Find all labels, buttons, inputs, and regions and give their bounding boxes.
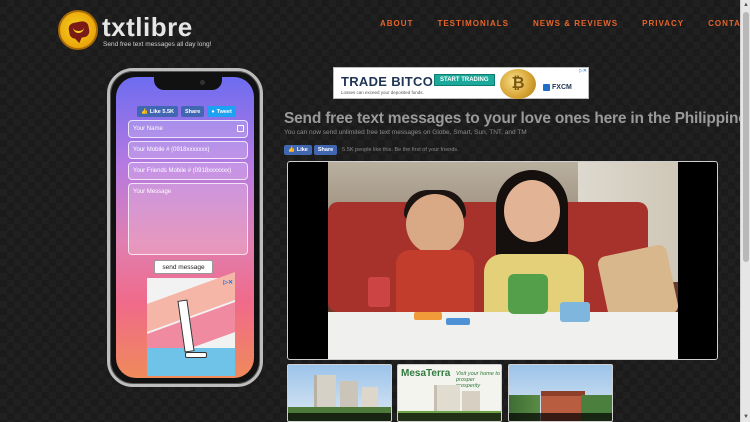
banner-ad-cta-button[interactable]: START TRADING	[434, 74, 495, 86]
video-scene-toy	[560, 302, 590, 322]
name-placeholder: Your Name	[133, 126, 163, 132]
phone-screen: 👍 Like 5.5K Share ● Tweet Your Name Your…	[116, 77, 254, 378]
scroll-down-arrow-icon[interactable]: ▼	[742, 412, 750, 422]
facebook-share-label: Share	[185, 108, 201, 115]
banner-ad-brand: FXCM	[552, 84, 572, 91]
video-frame	[328, 162, 678, 359]
video-scene-boy-face	[406, 194, 464, 254]
scrollbar-thumb[interactable]	[743, 12, 749, 262]
video-scene-toy	[508, 274, 548, 314]
page-headline: Send free text messages to your love one…	[284, 110, 750, 127]
banner-ad-title: TRADE BITCOIN	[341, 74, 447, 89]
video-scene-toy	[368, 277, 390, 307]
facebook-share-button[interactable]: Share	[181, 106, 205, 117]
facebook-share-button-main[interactable]: Share	[313, 145, 338, 155]
banner-ad-disclaimer: Losses can exceed your deposited funds.	[341, 90, 424, 95]
like-count-text: 5.5K people like this. Be the first of y…	[342, 147, 459, 153]
thumbnail-ad[interactable]	[287, 364, 392, 422]
message-textarea[interactable]: Your Message	[128, 183, 248, 255]
thumbs-up-icon: 👍	[288, 147, 295, 153]
fxcm-logo-icon	[543, 84, 550, 91]
mobile-placeholder: Your Mobile # (0918xxxxxxx)	[133, 147, 210, 153]
nav-about[interactable]: ABOUT	[380, 19, 413, 28]
scroll-up-arrow-icon[interactable]: ▲	[742, 0, 750, 10]
facebook-like-button[interactable]: 👍 Like 5.5K	[137, 106, 179, 117]
video-scene-toy	[446, 318, 470, 325]
contact-card-icon	[237, 125, 244, 132]
ad-graphic-foot	[185, 352, 207, 358]
facebook-like-label: Like 5.5K	[149, 108, 175, 115]
video-player[interactable]	[287, 161, 718, 360]
friend-mobile-placeholder: Your Friends Mobile # (0918xxxxxxx)	[133, 168, 232, 174]
facebook-like-row: 👍 Like Share 5.5K people like this. Be t…	[284, 145, 459, 155]
thumbnail-brand: MesaTerra	[401, 368, 451, 379]
ad-choices-icon[interactable]: ▷✕	[579, 68, 587, 74]
video-scene-table	[328, 312, 678, 359]
site-tagline: Send free text messages all day long!	[103, 41, 212, 48]
phone-mockup: 👍 Like 5.5K Share ● Tweet Your Name Your…	[107, 68, 263, 387]
site-logo[interactable]: txtlibre Send free text messages all day…	[58, 10, 218, 52]
facebook-like-button-main[interactable]: 👍 Like	[284, 145, 312, 155]
chat-bubble-icon	[58, 10, 98, 50]
name-input[interactable]: Your Name	[128, 120, 248, 138]
facebook-share-label-main: Share	[317, 147, 334, 153]
social-buttons: 👍 Like 5.5K Share ● Tweet	[137, 106, 236, 117]
friend-mobile-input[interactable]: Your Friends Mobile # (0918xxxxxxx)	[128, 162, 248, 180]
mobile-input[interactable]: Your Mobile # (0918xxxxxxx)	[128, 141, 248, 159]
phone-notch	[154, 77, 222, 90]
sidebar-ad[interactable]: ▷✕	[147, 271, 235, 376]
thumbnail-ad-mesaterra[interactable]: MesaTerra Visit your home to prosper pro…	[397, 364, 502, 422]
facebook-like-label-main: Like	[296, 147, 308, 153]
page-subheadline: You can now send unlimited free text mes…	[284, 129, 527, 136]
message-placeholder: Your Message	[133, 189, 172, 195]
thumbnail-tagline: Visit your home to prosper prosperity	[456, 371, 500, 389]
thumbs-up-icon: 👍	[141, 108, 148, 115]
nav-news-reviews[interactable]: NEWS & REVIEWS	[533, 19, 618, 28]
nav-testimonials[interactable]: TESTIMONIALS	[437, 19, 509, 28]
main-nav: ABOUT TESTIMONIALS NEWS & REVIEWS PRIVAC…	[380, 19, 750, 28]
thumbnail-caption	[398, 413, 501, 421]
nav-privacy[interactable]: PRIVACY	[642, 19, 684, 28]
ad-close-icon[interactable]: ▷✕	[223, 279, 233, 286]
video-scene-toy	[414, 312, 442, 320]
video-scene-girl-face	[504, 180, 560, 242]
site-name: txtlibre	[102, 12, 193, 42]
twitter-bird-icon: ●	[211, 108, 215, 115]
video-scene-boy-body	[396, 250, 474, 320]
banner-ad[interactable]: TRADE BITCOIN START TRADING Losses can e…	[333, 67, 589, 99]
tweet-button[interactable]: ● Tweet	[207, 106, 236, 117]
thumbnail-ad[interactable]	[508, 364, 613, 422]
page-scrollbar[interactable]: ▲ ▼	[740, 0, 750, 422]
send-message-button[interactable]: send message	[154, 260, 213, 274]
site-header: txtlibre Send free text messages all day…	[0, 0, 750, 58]
tweet-label: Tweet	[216, 108, 232, 115]
thumbnail-caption	[288, 413, 391, 421]
bitcoin-coin-icon: ₿	[500, 69, 536, 99]
thumbnail-caption	[509, 413, 612, 421]
